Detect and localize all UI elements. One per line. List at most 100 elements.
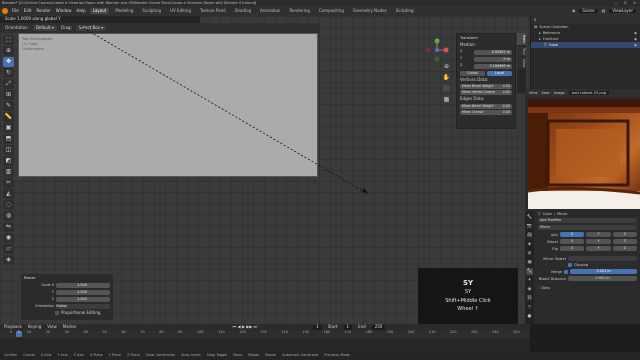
edge-slide-icon[interactable]: ⇋: [3, 222, 14, 232]
output-props-icon[interactable]: 🖨: [526, 232, 533, 239]
menu-window[interactable]: Window: [55, 8, 73, 14]
eye-icon[interactable]: ◉: [634, 43, 640, 47]
rip-icon[interactable]: ◈: [3, 255, 14, 265]
modifier-props-icon[interactable]: 🔧: [526, 268, 533, 275]
select-box-icon[interactable]: ⬚: [3, 35, 14, 45]
tool-props-icon[interactable]: 🔧: [526, 214, 533, 221]
tab-layout[interactable]: Layout: [89, 7, 110, 15]
mirror-object-field[interactable]: [568, 256, 637, 262]
data-props-icon[interactable]: ▽: [526, 304, 533, 311]
rotate-icon[interactable]: ↻: [3, 68, 14, 78]
flip-z-toggle[interactable]: Z: [612, 246, 637, 252]
vertex-crease-field[interactable]: Mean Vertex Crease 0.00: [460, 90, 512, 96]
menu-edit[interactable]: Edit: [23, 8, 33, 14]
bevel-icon[interactable]: ◩: [3, 156, 14, 166]
redo-orientation-dropdown[interactable]: Global: [56, 304, 110, 310]
blender-logo-icon[interactable]: [2, 8, 8, 14]
vertex-bevel-weight-field[interactable]: Mean Bevel Weight 0.00: [460, 84, 512, 90]
redo-title[interactable]: Resize: [21, 274, 113, 282]
shear-icon[interactable]: ▱: [3, 244, 14, 254]
axis-x-toggle[interactable]: X: [560, 232, 585, 238]
wood-cabinet-texture[interactable]: [528, 99, 640, 209]
tab-geometry-nodes[interactable]: Geometry Nodes: [350, 8, 390, 15]
image-menu-view[interactable]: View: [529, 91, 537, 95]
tab-animation[interactable]: Animation: [257, 8, 283, 15]
tab-shading[interactable]: Shading: [232, 8, 254, 15]
bisect-distance-field[interactable]: 0.001 m: [568, 276, 637, 282]
eye-icon[interactable]: ◉: [634, 31, 640, 35]
menu-help[interactable]: Help: [75, 8, 86, 14]
scene-selector[interactable]: Scene: [579, 8, 598, 14]
filter-icon[interactable]: ⚲: [534, 18, 537, 22]
merge-distance-field[interactable]: 0.001 m: [570, 269, 637, 275]
transform-icon[interactable]: ⊞: [3, 90, 14, 100]
axis-y-toggle[interactable]: Y: [586, 232, 611, 238]
physics-props-icon[interactable]: ◉: [526, 286, 533, 293]
data-subpanel[interactable]: Data: [541, 286, 549, 290]
viewlayer-selector[interactable]: ViewLayer: [609, 8, 636, 14]
image-name-field[interactable]: wall cabinet 03.png: [568, 90, 610, 95]
flip-x-toggle[interactable]: X: [560, 246, 585, 252]
scale-icon[interactable]: ⤢: [3, 79, 14, 89]
global-button[interactable]: Global: [460, 70, 485, 76]
bisect-x-toggle[interactable]: X: [560, 239, 585, 245]
menu-file[interactable]: File: [11, 8, 20, 14]
clipping-checkbox[interactable]: [568, 263, 572, 268]
tab-view[interactable]: View: [517, 57, 526, 70]
cursor-icon[interactable]: ⊕: [3, 46, 14, 56]
playhead[interactable]: 1: [16, 330, 22, 337]
tab-tool[interactable]: Tool: [517, 45, 526, 57]
smooth-icon[interactable]: ◍: [3, 211, 14, 221]
tab-modeling[interactable]: Modeling: [112, 8, 136, 15]
flip-y-toggle[interactable]: Y: [586, 246, 611, 252]
world-props-icon[interactable]: ◍: [526, 250, 533, 257]
bisect-z-toggle[interactable]: Z: [612, 239, 637, 245]
current-frame-field[interactable]: 1: [313, 325, 322, 330]
scale-x-field[interactable]: 1.000: [56, 283, 110, 289]
extrude-icon[interactable]: ⬒: [3, 134, 14, 144]
end-frame-field[interactable]: 250: [371, 325, 386, 330]
poly-build-icon[interactable]: ◭: [3, 189, 14, 199]
inset-icon[interactable]: ◫: [3, 145, 14, 155]
knife-icon[interactable]: ✂: [3, 178, 14, 188]
zoom-icon[interactable]: ⊕: [442, 63, 451, 72]
timeline-ruler[interactable]: 0 10 20 30 40 50 60 70 80 90 100 110 120 130 140 150 160…: [0, 330, 530, 338]
maximize-icon[interactable]: ☐: [624, 1, 627, 5]
menu-render[interactable]: Render: [35, 8, 51, 14]
constraints-props-icon[interactable]: ⛓: [526, 295, 533, 302]
object-props-icon[interactable]: ▣: [526, 259, 533, 266]
eye-icon[interactable]: ◉: [634, 37, 640, 41]
render-props-icon[interactable]: 📷: [526, 223, 533, 230]
measure-icon[interactable]: 📏: [3, 112, 14, 122]
move-icon[interactable]: ✥: [3, 57, 14, 67]
add-modifier-button[interactable]: Add Modifier: [538, 218, 637, 224]
edge-crease-field[interactable]: Mean Crease 0.00: [460, 109, 512, 115]
shrink-fatten-icon[interactable]: ◉: [3, 233, 14, 243]
tab-compositing[interactable]: Compositing: [316, 8, 347, 15]
pan-hand-icon[interactable]: ✋: [442, 74, 451, 83]
loop-cut-icon[interactable]: ▥: [3, 167, 14, 177]
proportional-checkbox[interactable]: [55, 311, 59, 316]
outliner-row-cube[interactable]: ▽ Cube ◉: [531, 42, 640, 48]
bisect-y-toggle[interactable]: Y: [586, 239, 611, 245]
scale-z-field[interactable]: 1.000: [56, 297, 110, 303]
minimize-icon[interactable]: —: [614, 1, 618, 5]
tab-uv-editing[interactable]: UV Editing: [167, 8, 194, 15]
tab-texture-paint[interactable]: Texture Paint: [197, 8, 229, 15]
close-icon[interactable]: ✕: [633, 1, 636, 5]
spin-icon[interactable]: ◌: [3, 200, 14, 210]
image-menu-view-2[interactable]: View: [541, 91, 549, 95]
median-x-field[interactable]: 0.90462 m: [474, 49, 512, 55]
add-cube-icon[interactable]: ▣: [3, 123, 14, 133]
annotate-icon[interactable]: ✎: [3, 101, 14, 111]
median-y-field[interactable]: 0 m: [474, 56, 512, 62]
axis-z-toggle[interactable]: Z: [612, 232, 637, 238]
scale-y-field[interactable]: 1.000: [56, 290, 110, 296]
axis-gizmo[interactable]: [425, 38, 449, 62]
tab-sculpting[interactable]: Sculpting: [139, 8, 164, 15]
median-z-field[interactable]: 0.164969 m: [474, 63, 512, 69]
camera-icon[interactable]: 🎥: [442, 85, 451, 94]
edge-bevel-weight-field[interactable]: Mean Bevel Weight 0.00: [460, 103, 512, 109]
grid-icon[interactable]: ▦: [442, 96, 451, 105]
tab-scripting[interactable]: Scripting: [393, 8, 417, 15]
